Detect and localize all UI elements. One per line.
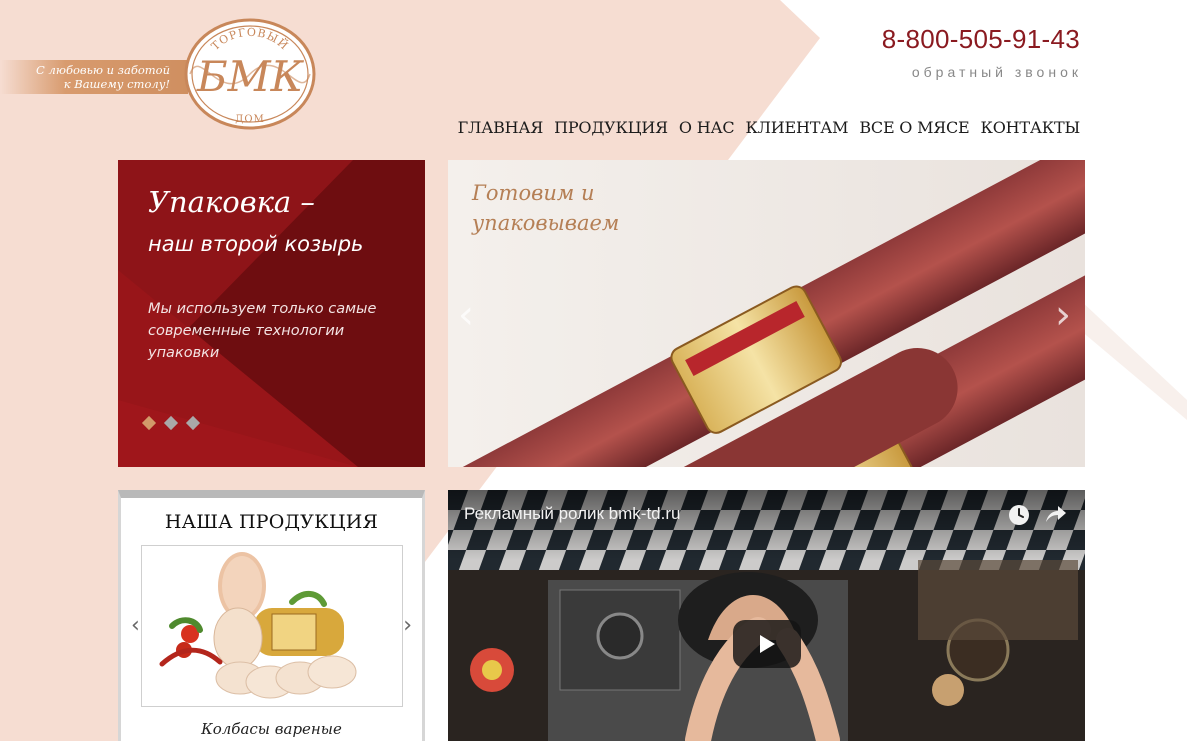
- product-image: [159, 552, 357, 699]
- promo-dot-2[interactable]: [163, 415, 179, 431]
- logo-main-text: БМК: [196, 52, 305, 101]
- tagline-line-2: к Вашему столу!: [63, 77, 170, 91]
- chevron-left-icon[interactable]: ‹: [458, 292, 474, 338]
- nav-item-contacts[interactable]: КОНТАКТЫ: [981, 118, 1081, 137]
- video-title[interactable]: Рекламный ролик bmk-td.ru: [464, 504, 680, 524]
- video-thumbnail: [448, 490, 1085, 741]
- nav-item-about-meat[interactable]: ВСЕ О МЯСЕ: [859, 118, 969, 137]
- hero-slider: Готовим и упаковываем ‹ ›: [448, 160, 1085, 467]
- promo-pagination: [141, 415, 201, 431]
- nav-item-products[interactable]: ПРОДУКЦИЯ: [554, 118, 668, 137]
- callback-link[interactable]: обратный звонок: [912, 64, 1082, 80]
- promo-dot-1[interactable]: [141, 415, 157, 431]
- chevron-right-icon[interactable]: ›: [1055, 292, 1071, 338]
- promo-title: Упаковка –: [148, 185, 315, 219]
- logo-bottom-text: ДОМ: [235, 114, 265, 125]
- phone-number[interactable]: 8-800-505-91-43: [882, 24, 1080, 55]
- play-button[interactable]: [733, 620, 801, 668]
- slider-caption-line-2: упаковываем: [472, 211, 620, 235]
- chevron-right-icon[interactable]: ›: [403, 613, 412, 638]
- chevron-left-icon[interactable]: ‹: [131, 613, 140, 638]
- main-nav: ГЛАВНАЯ ПРОДУКЦИЯ О НАС КЛИЕНТАМ ВСЕ О М…: [458, 118, 1081, 137]
- play-icon: [760, 635, 775, 653]
- nav-item-clients[interactable]: КЛИЕНТАМ: [745, 118, 848, 137]
- products-title: НАША ПРОДУКЦИЯ: [164, 511, 379, 533]
- promo-dot-3[interactable]: [185, 415, 201, 431]
- clock-icon[interactable]: [1006, 502, 1032, 528]
- nav-item-about[interactable]: О НАС: [679, 118, 735, 137]
- site-logo[interactable]: ТОРГОВЫЙ БМК ДОМ: [180, 16, 320, 132]
- share-icon[interactable]: [1042, 502, 1068, 528]
- tagline-line-1: С любовью и заботой: [36, 63, 170, 77]
- promo-body: Мы используем только самые современные т…: [148, 301, 377, 361]
- product-caption[interactable]: Колбасы вареные: [121, 720, 422, 738]
- product-image-frame[interactable]: [141, 545, 403, 707]
- products-widget: НАША ПРОДУКЦИЯ ‹ › Колбасы вареные: [118, 490, 425, 741]
- video-player[interactable]: Рекламный ролик bmk-td.ru: [448, 490, 1085, 741]
- tagline-ribbon: С любовью и заботой к Вашему столу!: [0, 60, 188, 94]
- nav-item-home[interactable]: ГЛАВНАЯ: [458, 118, 544, 137]
- slider-caption: Готовим и упаковываем: [472, 178, 672, 238]
- promo-subtitle: наш второй козырь: [148, 232, 364, 256]
- slider-caption-line-1: Готовим и: [472, 181, 595, 205]
- promo-panel: Упаковка – наш второй козырь Мы использу…: [118, 160, 425, 467]
